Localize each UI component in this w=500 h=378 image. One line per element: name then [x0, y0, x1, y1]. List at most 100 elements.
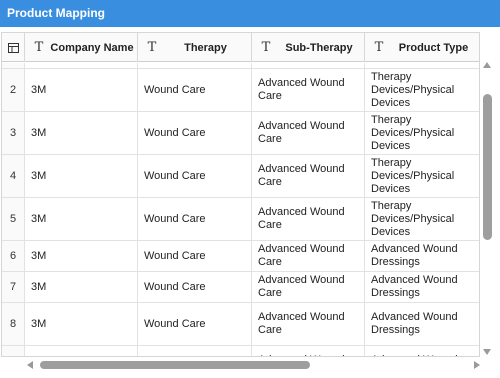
text-type-icon: T — [261, 40, 271, 55]
horizontal-scroll-thumb[interactable] — [40, 361, 310, 369]
row-index-cell: 6 — [2, 241, 25, 271]
company-cell[interactable]: 3M — [25, 241, 138, 271]
company-cell[interactable]: 3M — [25, 112, 138, 154]
row-index-text: 7 — [9, 280, 17, 293]
company-text: 3M — [31, 83, 47, 96]
row-index-text: 3 — [9, 126, 17, 139]
company-cell[interactable]: 3M — [25, 303, 138, 345]
sub-therapy-text: Advanced Wound Care — [258, 120, 345, 145]
sub-therapy-cell[interactable] — [252, 63, 365, 68]
row-index-text: 2 — [9, 83, 17, 96]
table-row[interactable]: 5 3M Wound Care Advanced Wound Care Therapy … — [2, 198, 479, 241]
scroll-up-icon[interactable] — [483, 62, 491, 68]
product-type-cell[interactable]: Advanced Wound Dressings — [365, 241, 479, 271]
sub-therapy-text: Advanced Wound Care — [258, 163, 345, 188]
column-header-product-type[interactable]: T Product Type — [365, 33, 479, 62]
sub-therapy-text: Advanced Wound Care — [258, 311, 345, 336]
row-index-icon — [7, 42, 19, 53]
therapy-cell[interactable]: Wound Care — [138, 69, 252, 111]
column-header-company-name[interactable]: T Company Name — [25, 33, 138, 62]
scroll-right-icon[interactable] — [474, 361, 480, 369]
product-type-text: Advanced Wound Dressings — [371, 274, 458, 299]
column-header-sub-therapy[interactable]: T Sub-Therapy — [252, 33, 365, 62]
sub-therapy-cell[interactable]: Advanced Wound Care — [252, 272, 365, 302]
product-type-cell[interactable]: Advanced Wound Dressings — [365, 303, 479, 345]
row-index-cell: 7 — [2, 272, 25, 302]
text-type-icon: T — [147, 40, 157, 55]
row-index-text: 5 — [9, 212, 17, 225]
product-type-cell[interactable]: Devices — [365, 63, 479, 68]
therapy-cell[interactable]: Wound Care — [138, 272, 252, 302]
row-index-text: 4 — [9, 169, 17, 182]
sub-therapy-cell[interactable]: Advanced Wound Care — [252, 198, 365, 240]
company-cell[interactable]: 3M — [25, 198, 138, 240]
product-type-text: Advanced Wound Dressings — [371, 311, 458, 336]
table-row[interactable]: 4 3M Wound Care Advanced Wound Care Therapy … — [2, 155, 479, 198]
therapy-cell[interactable]: Wound Care — [138, 112, 252, 154]
row-index-cell: 9 — [2, 346, 25, 356]
product-type-cell[interactable]: Therapy Devices/Physical Devices — [365, 112, 479, 154]
therapy-text: Wound Care — [144, 212, 206, 225]
row-index-text: 8 — [9, 317, 17, 330]
row-index-text: 6 — [9, 249, 17, 262]
scroll-left-icon[interactable] — [27, 361, 33, 369]
horizontal-scrollbar[interactable] — [27, 359, 480, 371]
company-text: 3M — [31, 212, 47, 225]
sub-therapy-text: Advanced Wound Care — [258, 77, 345, 102]
sub-therapy-text: Advanced Wound Care — [258, 243, 345, 268]
table-row[interactable]: 2 3M Wound Care Advanced Wound Care Therapy … — [2, 69, 479, 112]
company-text: 3M — [31, 249, 47, 262]
product-type-cell[interactable]: Therapy Devices/Physical Devices — [365, 155, 479, 197]
company-cell[interactable]: 3M — [25, 155, 138, 197]
table-row[interactable]: 8 3M Wound Care Advanced Wound Care Advanced… — [2, 303, 479, 346]
company-cell[interactable]: 3M — [25, 346, 138, 356]
sub-therapy-text: Advanced Wound Care — [258, 354, 358, 356]
product-type-text: Devices — [371, 63, 410, 67]
therapy-cell[interactable] — [138, 63, 252, 68]
scroll-down-icon[interactable] — [483, 349, 491, 355]
product-type-cell[interactable]: Advanced Wound Dressings — [365, 272, 479, 302]
vertical-scroll-thumb[interactable] — [483, 94, 492, 240]
row-index-cell: 2 — [2, 69, 25, 111]
company-cell[interactable]: 3M — [25, 69, 138, 111]
therapy-text: Wound Care — [144, 280, 206, 293]
text-type-icon: T — [34, 40, 44, 55]
grid-header: T Company Name T Therapy T Sub-Therapy T… — [2, 33, 479, 62]
product-type-text: Advanced Wound Dressings — [371, 354, 474, 356]
sub-therapy-cell[interactable]: Advanced Wound Care — [252, 155, 365, 197]
company-text: 3M — [31, 280, 47, 293]
sub-therapy-cell[interactable]: Advanced Wound Care — [252, 241, 365, 271]
therapy-text: Wound Care — [144, 169, 206, 182]
sub-therapy-cell[interactable]: Advanced Wound Care — [252, 346, 365, 356]
table-row[interactable]: 7 3M Wound Care Advanced Wound Care Advanced… — [2, 272, 479, 303]
row-index-header[interactable] — [2, 33, 25, 62]
row-index-cell: 8 — [2, 303, 25, 345]
grid-rows: Devices 23MWound CareAdvanced Wound Care… — [2, 63, 479, 356]
column-header-label: Sub-Therapy — [285, 41, 353, 54]
column-header-therapy[interactable]: T Therapy — [138, 33, 252, 62]
table-row[interactable]: 6 3M Wound Care Advanced Wound Care Advanced… — [2, 241, 479, 272]
row-index-cell — [2, 63, 25, 68]
therapy-cell[interactable]: Wound Care — [138, 241, 252, 271]
product-type-text: Advanced Wound Dressings — [371, 243, 458, 268]
company-cell[interactable]: 3M — [25, 272, 138, 302]
vertical-scrollbar[interactable] — [481, 60, 493, 357]
product-type-cell[interactable]: Therapy Devices/Physical Devices — [365, 198, 479, 240]
table-row[interactable]: 93MWound Care Advanced Wound Care Advanced… — [2, 346, 479, 356]
table-row[interactable]: 3 3M Wound Care Advanced Wound Care Therapy … — [2, 112, 479, 155]
therapy-cell[interactable]: Wound Care — [138, 198, 252, 240]
therapy-cell[interactable]: Wound Care — [138, 155, 252, 197]
text-type-icon: T — [374, 40, 384, 55]
sub-therapy-cell[interactable]: Advanced Wound Care — [252, 69, 365, 111]
therapy-text: Wound Care — [144, 126, 206, 139]
product-type-cell[interactable]: Advanced Wound Dressings — [365, 346, 479, 356]
company-text: 3M — [31, 317, 47, 330]
sub-therapy-cell[interactable]: Advanced Wound Care — [252, 112, 365, 154]
therapy-cell[interactable]: Wound Care — [138, 346, 252, 356]
sub-therapy-cell[interactable]: Advanced Wound Care — [252, 303, 365, 345]
therapy-text: Wound Care — [144, 317, 206, 330]
therapy-cell[interactable]: Wound Care — [138, 303, 252, 345]
column-header-label: Company Name — [50, 41, 134, 54]
company-cell[interactable] — [25, 63, 138, 68]
product-type-cell[interactable]: Therapy Devices/Physical Devices — [365, 69, 479, 111]
